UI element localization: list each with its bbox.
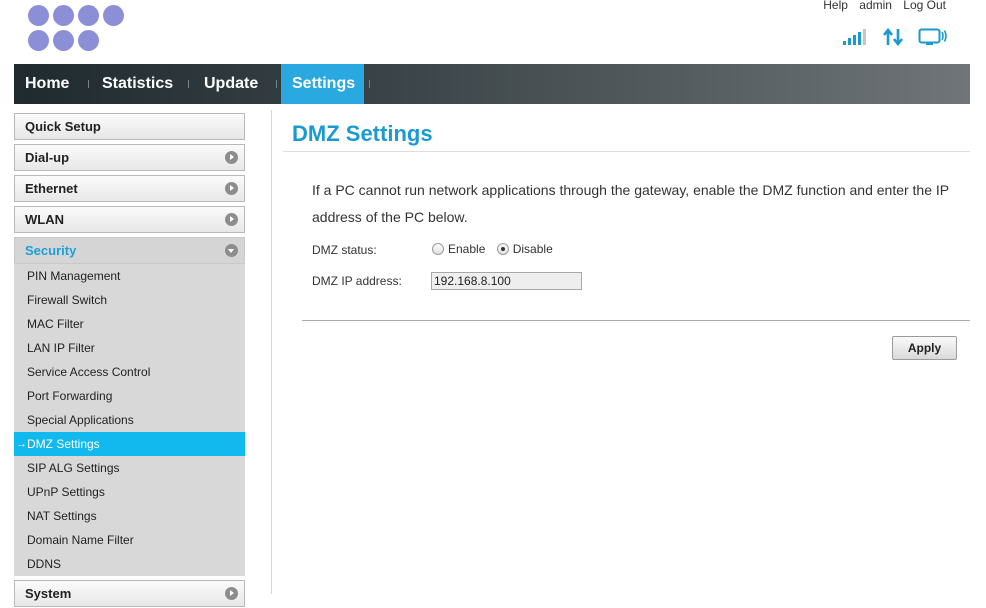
dmz-enable-radio[interactable] xyxy=(432,243,444,255)
sidebar-item-system[interactable]: System xyxy=(14,580,245,607)
nav-update[interactable]: Update xyxy=(193,64,269,104)
sidebar-item-label: Dial-up xyxy=(25,150,70,165)
submenu-special-applications[interactable]: Special Applications xyxy=(14,408,245,432)
submenu-service-access-control[interactable]: Service Access Control xyxy=(14,360,245,384)
sidebar-item-label: Ethernet xyxy=(25,181,78,196)
sidebar: Quick Setup Dial-up Ethernet WLAN Securi… xyxy=(14,113,245,608)
form-divider xyxy=(302,320,970,321)
submenu-upnp-settings[interactable]: UPnP Settings xyxy=(14,480,245,504)
dmz-disable-label: Disable xyxy=(512,242,553,256)
dmz-ip-label: DMZ IP address: xyxy=(312,274,402,288)
sidebar-item-quick-setup[interactable]: Quick Setup xyxy=(14,113,245,140)
status-icons xyxy=(842,28,962,46)
sidebar-item-ethernet[interactable]: Ethernet xyxy=(14,175,245,202)
submenu-nat-settings[interactable]: NAT Settings xyxy=(14,504,245,528)
page-title: DMZ Settings xyxy=(292,121,433,146)
security-submenu: PIN Management Firewall Switch MAC Filte… xyxy=(14,264,245,576)
arrow-right-icon: → xyxy=(16,438,27,450)
page-description: If a PC cannot run network applications … xyxy=(312,182,949,225)
admin-link[interactable]: admin xyxy=(859,0,892,12)
chevron-right-icon xyxy=(225,151,238,164)
help-link[interactable]: Help xyxy=(823,0,848,12)
nav-home[interactable]: Home xyxy=(14,64,80,104)
chevron-right-icon xyxy=(225,587,238,600)
nav-separator xyxy=(188,80,189,88)
nav-settings[interactable]: Settings xyxy=(281,64,364,104)
submenu-sip-alg-settings[interactable]: SIP ALG Settings xyxy=(14,456,245,480)
nav-statistics[interactable]: Statistics xyxy=(91,64,184,104)
sidebar-item-label: System xyxy=(25,586,72,601)
sidebar-item-security[interactable]: Security xyxy=(14,237,245,264)
sidebar-item-label: WLAN xyxy=(25,212,64,227)
logout-link[interactable]: Log Out xyxy=(903,0,946,12)
nav-separator xyxy=(88,80,89,88)
device-connected-icon xyxy=(918,28,948,46)
submenu-firewall-switch[interactable]: Firewall Switch xyxy=(14,288,245,312)
nav-separator xyxy=(276,80,277,88)
data-transfer-icon xyxy=(882,28,904,46)
chevron-right-icon xyxy=(225,213,238,226)
dmz-enable-label: Enable xyxy=(448,242,486,256)
dmz-enable-option[interactable]: Enable xyxy=(432,242,489,256)
chevron-right-icon xyxy=(225,182,238,195)
dmz-disable-radio[interactable] xyxy=(496,243,509,255)
dmz-ip-field[interactable] xyxy=(431,272,582,290)
sidebar-item-dialup[interactable]: Dial-up xyxy=(14,144,245,171)
main-nav: Home Statistics Update Settings xyxy=(14,64,970,104)
submenu-domain-name-filter[interactable]: Domain Name Filter xyxy=(14,528,245,552)
submenu-ddns[interactable]: DDNS xyxy=(14,552,245,576)
apply-button[interactable]: Apply xyxy=(892,336,957,360)
dmz-disable-option[interactable]: Disable xyxy=(496,242,553,256)
content-divider xyxy=(271,110,272,594)
brand-logo xyxy=(28,5,128,53)
submenu-port-forwarding[interactable]: Port Forwarding xyxy=(14,384,245,408)
submenu-dmz-settings[interactable]: → DMZ Settings xyxy=(14,432,245,456)
sidebar-item-label: Security xyxy=(25,243,77,258)
sidebar-item-label: Quick Setup xyxy=(25,119,101,134)
submenu-lan-ip-filter[interactable]: LAN IP Filter xyxy=(14,336,245,360)
nav-separator xyxy=(369,80,370,88)
title-divider xyxy=(283,151,970,152)
header-links: Help admin Log Out xyxy=(815,0,946,12)
submenu-mac-filter[interactable]: MAC Filter xyxy=(14,312,245,336)
dmz-status-radio-group: Enable Disable xyxy=(432,242,561,256)
submenu-label: DMZ Settings xyxy=(27,437,100,451)
signal-strength-icon xyxy=(842,29,868,45)
submenu-pin-management[interactable]: PIN Management xyxy=(14,264,245,288)
sidebar-item-wlan[interactable]: WLAN xyxy=(14,206,245,233)
chevron-down-icon xyxy=(225,244,238,257)
dmz-status-label: DMZ status: xyxy=(312,243,377,257)
